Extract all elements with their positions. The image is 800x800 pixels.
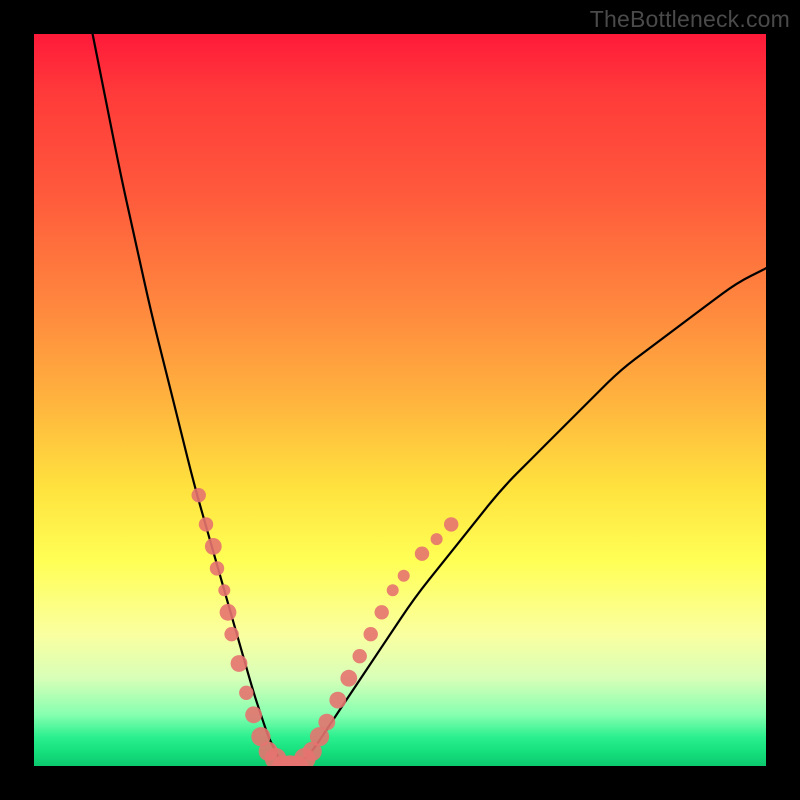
- data-marker: [218, 584, 230, 596]
- data-marker: [444, 517, 458, 531]
- chart-frame: TheBottleneck.com: [0, 0, 800, 800]
- data-marker: [199, 517, 213, 531]
- data-marker: [220, 604, 237, 621]
- data-marker: [224, 627, 238, 641]
- data-marker: [205, 538, 222, 555]
- curve-layer: [34, 34, 766, 766]
- data-marker: [239, 686, 253, 700]
- data-marker: [375, 605, 389, 619]
- data-marker: [340, 670, 357, 687]
- data-marker: [210, 561, 224, 575]
- data-marker: [387, 584, 399, 596]
- data-marker: [415, 547, 429, 561]
- data-marker: [245, 706, 262, 723]
- data-marker: [398, 570, 410, 582]
- data-marker: [318, 714, 335, 731]
- bottleneck-curve: [93, 34, 766, 766]
- data-markers: [192, 488, 459, 766]
- data-marker: [353, 649, 367, 663]
- plot-area: [34, 34, 766, 766]
- data-marker: [231, 655, 248, 672]
- data-marker: [192, 488, 206, 502]
- data-marker: [329, 692, 346, 709]
- data-marker: [364, 627, 378, 641]
- watermark-text: TheBottleneck.com: [590, 6, 790, 33]
- data-marker: [431, 533, 443, 545]
